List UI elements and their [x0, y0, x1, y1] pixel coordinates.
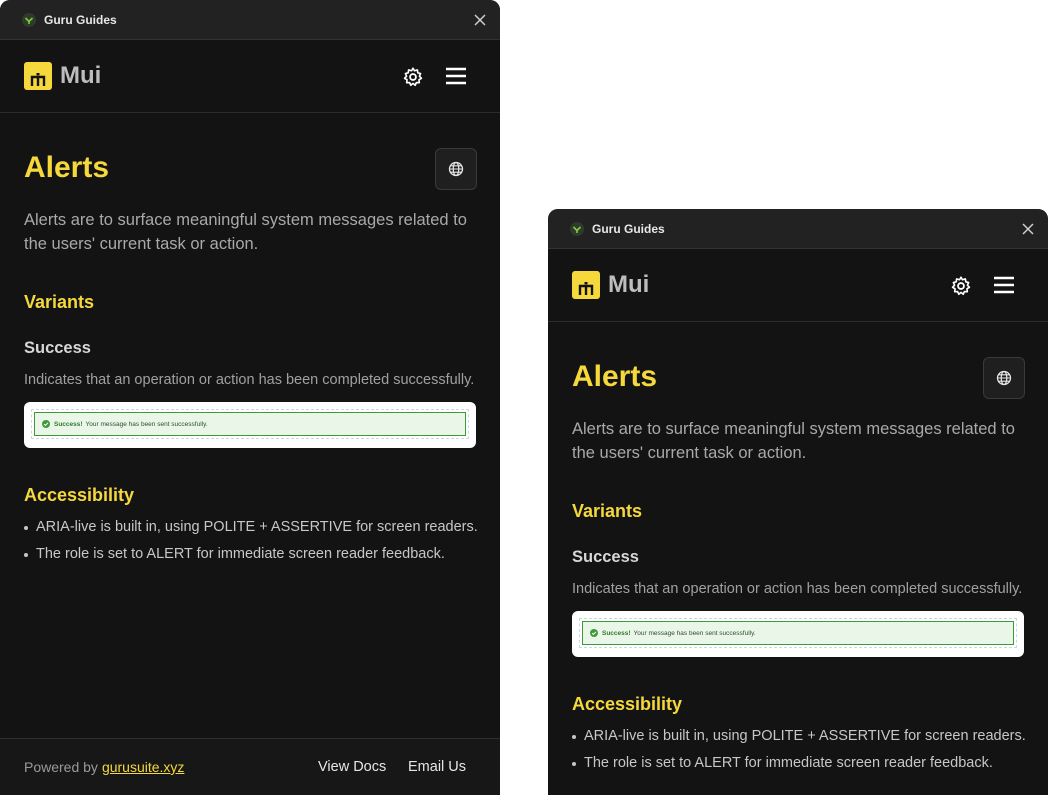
close-icon[interactable]	[1020, 221, 1036, 237]
page-title: Alerts	[24, 151, 110, 184]
alert-title: Success!	[54, 420, 83, 428]
variants-heading: Variants	[572, 501, 643, 521]
footer: Powered by gurusuite.xyz View Docs Email …	[0, 738, 500, 795]
app-logo-icon	[570, 221, 584, 236]
accessibility-heading: Accessibility	[572, 694, 683, 714]
accessibility-list: ARIA-live is built in, using POLITE + AS…	[572, 728, 1026, 782]
gear-icon[interactable]	[402, 66, 424, 88]
check-circle-icon	[42, 420, 50, 428]
window-title: Guru Guides	[592, 221, 665, 236]
app-logo-text: Mui	[60, 62, 102, 89]
app-logo-icon	[22, 12, 36, 27]
menu-icon[interactable]	[994, 276, 1014, 294]
accessibility-heading: Accessibility	[24, 485, 135, 505]
globe-icon	[448, 161, 464, 177]
window-title: Guru Guides	[44, 12, 117, 27]
success-alert-preview: Success! Your message has been sent succ…	[24, 402, 476, 448]
success-description: Indicates that an operation or action ha…	[572, 581, 1023, 597]
menu-icon[interactable]	[446, 67, 466, 85]
language-button[interactable]	[435, 148, 477, 190]
list-item: The role is set to ALERT for immediate s…	[572, 755, 1026, 782]
language-button[interactable]	[983, 357, 1025, 399]
check-circle-icon	[590, 629, 598, 637]
app-header: Mui	[548, 249, 1048, 322]
extension-panel: Guru Guides Mui Alerts Alerts are to sur…	[0, 0, 500, 795]
variants-heading: Variants	[24, 292, 95, 312]
page-title: Alerts	[572, 360, 658, 393]
list-item: The role is set to ALERT for immediate s…	[24, 546, 478, 573]
alert-message: Your message has been sent successfully.	[85, 420, 208, 428]
alert-message: Your message has been sent successfully.	[633, 629, 756, 637]
mui-logo-icon	[24, 62, 52, 90]
gear-icon[interactable]	[950, 275, 972, 297]
success-alert-preview: Success! Your message has been sent succ…	[572, 611, 1024, 657]
close-icon[interactable]	[472, 12, 488, 28]
powered-by-text: Powered by gurusuite.xyz	[24, 759, 184, 775]
list-item: ARIA-live is built in, using POLITE + AS…	[572, 728, 1026, 755]
extension-panel-duplicate: Guru Guides Mui Alerts Alerts are to sur…	[548, 209, 1048, 795]
email-us-link[interactable]: Email Us	[408, 759, 466, 775]
alert-title: Success!	[602, 629, 631, 637]
success-heading: Success	[572, 548, 639, 566]
app-logo-text: Mui	[608, 271, 650, 298]
app-header: Mui	[0, 40, 500, 113]
gurusuite-link[interactable]: gurusuite.xyz	[102, 759, 184, 775]
success-heading: Success	[24, 339, 91, 357]
intro-text: Alerts are to surface meaningful system …	[24, 211, 467, 253]
window-titlebar: Guru Guides	[548, 209, 1048, 249]
success-description: Indicates that an operation or action ha…	[24, 372, 475, 388]
success-alert: Success! Your message has been sent succ…	[579, 618, 1017, 648]
accessibility-list: ARIA-live is built in, using POLITE + AS…	[24, 519, 478, 573]
view-docs-link[interactable]: View Docs	[318, 759, 386, 775]
mui-logo-icon	[572, 271, 600, 299]
success-alert: Success! Your message has been sent succ…	[31, 409, 469, 439]
window-titlebar: Guru Guides	[0, 0, 500, 40]
list-item: ARIA-live is built in, using POLITE + AS…	[24, 519, 478, 546]
globe-icon	[996, 370, 1012, 386]
intro-text: Alerts are to surface meaningful system …	[572, 420, 1015, 462]
powered-by-label: Powered by	[24, 759, 98, 775]
